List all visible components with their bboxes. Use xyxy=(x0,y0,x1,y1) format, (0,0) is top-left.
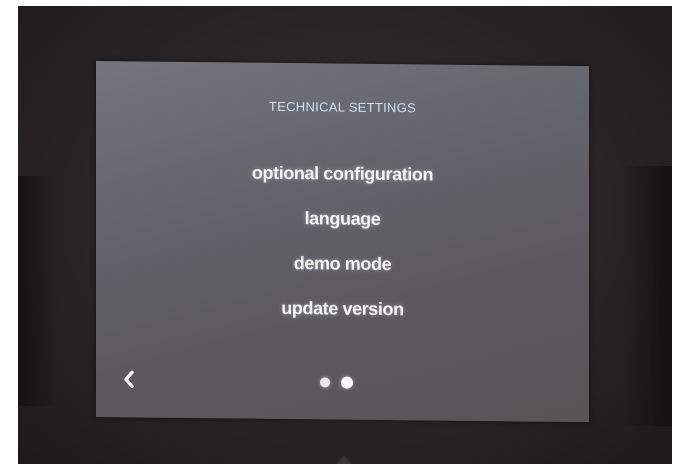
settings-menu: optional configuration language demo mod… xyxy=(96,149,589,334)
menu-item-language[interactable]: language xyxy=(96,194,589,244)
bezel-notch xyxy=(336,456,352,464)
menu-item-label[interactable]: update version xyxy=(281,298,403,319)
back-button[interactable] xyxy=(118,367,142,391)
bezel-shadow-left xyxy=(18,176,58,406)
menu-item-label[interactable]: optional configuration xyxy=(252,163,433,185)
page-title: TECHNICAL SETTINGS xyxy=(268,98,417,116)
menu-item-label[interactable]: demo mode xyxy=(294,253,391,274)
menu-item-demo-mode[interactable]: demo mode xyxy=(96,239,589,289)
menu-item-label[interactable]: language xyxy=(305,208,381,229)
display-screen: TECHNICAL SETTINGS optional configuratio… xyxy=(96,61,589,423)
chevron-left-icon xyxy=(124,370,134,389)
device-bezel: TECHNICAL SETTINGS optional configuratio… xyxy=(18,6,672,464)
page-dot-2[interactable] xyxy=(341,376,353,389)
bezel-shadow-right xyxy=(622,166,672,426)
page-indicator xyxy=(320,376,353,389)
page-dot-1[interactable] xyxy=(320,377,330,388)
menu-item-update-version[interactable]: update version xyxy=(96,284,589,334)
menu-item-optional-configuration[interactable]: optional configuration xyxy=(96,149,589,199)
